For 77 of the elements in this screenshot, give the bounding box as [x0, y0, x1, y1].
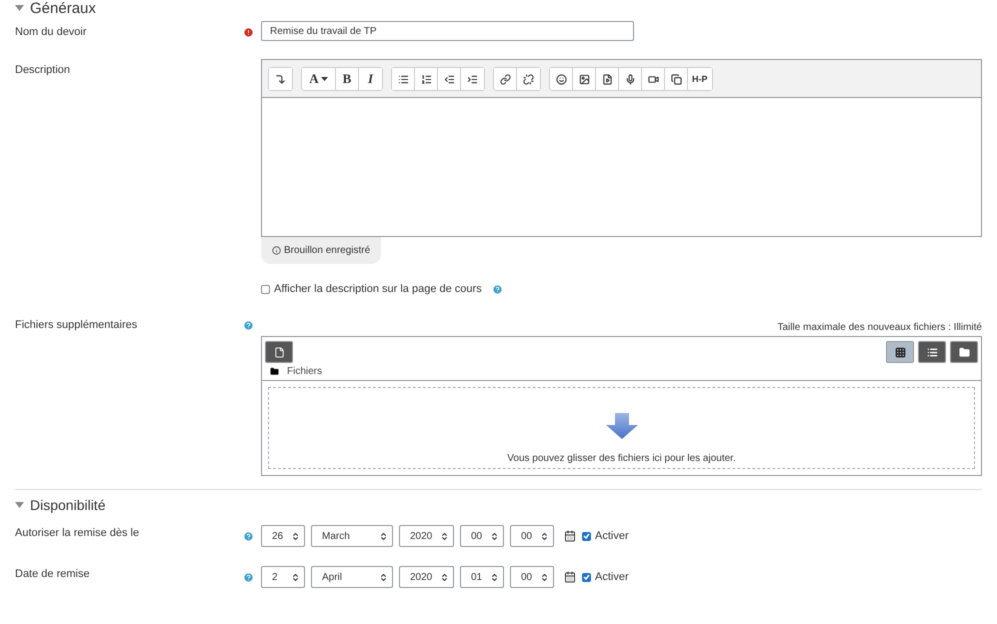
hour-select[interactable]: 01	[460, 566, 504, 588]
bullet-list-button[interactable]	[392, 68, 415, 90]
checkbox-label: Activer	[595, 571, 629, 583]
link-button[interactable]	[494, 68, 517, 90]
image-icon	[578, 74, 590, 84]
calendar-icon[interactable]	[564, 530, 576, 542]
text-editor[interactable]: A B I H-P	[261, 59, 982, 237]
minute-select[interactable]: 00	[510, 525, 554, 547]
view-button[interactable]	[886, 341, 914, 363]
help-icon[interactable]	[243, 320, 254, 331]
year-select[interactable]: 2020	[399, 525, 454, 547]
add-file-button[interactable]	[265, 341, 293, 363]
video-camera-icon	[648, 74, 658, 84]
checkbox[interactable]	[261, 284, 270, 294]
updown-icon	[490, 572, 499, 582]
section-title: Généraux	[30, 0, 96, 16]
checkbox-label: Activer	[595, 530, 629, 542]
list-icon	[926, 346, 938, 358]
font-button[interactable]: A	[302, 68, 336, 90]
name-input[interactable]: Remise du travail de TP	[261, 21, 634, 41]
minute-select[interactable]: 00	[510, 566, 554, 588]
day-select[interactable]: 2	[261, 566, 305, 588]
hour-select[interactable]: 00	[460, 525, 504, 547]
caret-icon	[320, 77, 328, 81]
grid-icon	[894, 346, 906, 358]
microphone-icon	[624, 74, 636, 84]
updown-icon	[291, 532, 300, 540]
checkbox[interactable]	[582, 572, 591, 582]
bullet-list-icon	[398, 74, 408, 84]
section-title: Disponibilité	[30, 497, 106, 513]
updown-icon	[291, 572, 300, 582]
updown-icon	[490, 532, 499, 540]
field-label: Date de remise	[15, 568, 91, 580]
view-button[interactable]	[918, 341, 946, 363]
folder-path-link[interactable]: Fichiers	[287, 366, 322, 377]
month-select[interactable]: March	[311, 525, 393, 547]
indent-icon	[467, 74, 478, 84]
media-file-icon	[602, 74, 612, 84]
emoji-button[interactable]	[550, 68, 573, 90]
field-label: Nom du devoir	[15, 25, 88, 38]
help-icon[interactable]	[492, 284, 503, 294]
field-label: Description	[15, 63, 72, 76]
link-icon	[500, 74, 510, 84]
draft-status: Brouillon enregistré	[261, 237, 382, 264]
outdent-icon	[444, 74, 454, 84]
updown-icon	[379, 572, 388, 582]
collapse-icon[interactable]	[15, 5, 24, 11]
updown-icon	[540, 572, 549, 582]
folder-icon	[958, 346, 970, 358]
help-icon[interactable]	[243, 572, 254, 582]
updown-icon	[379, 532, 388, 540]
unlink-icon	[523, 74, 534, 84]
down-arrow-icon	[606, 413, 638, 439]
field-label: Fichiers supplémentaires	[15, 318, 138, 331]
folder-icon	[270, 367, 279, 376]
max-size-text: Taille maximale des nouveaux fichiers : Illimité	[777, 322, 982, 333]
smiley-icon	[556, 74, 566, 84]
copy-icon	[670, 74, 682, 84]
info-icon	[272, 246, 281, 255]
updown-icon	[540, 532, 549, 540]
file-icon	[274, 346, 284, 358]
view-button[interactable]	[950, 341, 978, 363]
field-label: Autoriser la remise dès le	[15, 527, 140, 539]
numbered-list-icon	[420, 74, 432, 84]
year-select[interactable]: 2020	[399, 566, 454, 588]
calendar-icon[interactable]	[564, 571, 576, 583]
updown-icon	[440, 532, 449, 540]
checkbox-label: Afficher la description sur la page de cours	[274, 283, 482, 295]
arrow-icon	[275, 74, 286, 84]
updown-icon	[440, 572, 449, 582]
checkbox[interactable]	[582, 532, 591, 540]
help-icon[interactable]	[243, 530, 254, 542]
collapse-icon[interactable]	[15, 502, 24, 508]
drop-zone[interactable]: Vous pouvez glisser des fichiers ici pour les ajouter.	[268, 387, 975, 469]
day-select[interactable]: 26	[261, 525, 305, 547]
drop-hint: Vous pouvez glisser des fichiers ici pour les ajouter.	[507, 453, 736, 464]
month-select[interactable]: April	[311, 566, 393, 588]
